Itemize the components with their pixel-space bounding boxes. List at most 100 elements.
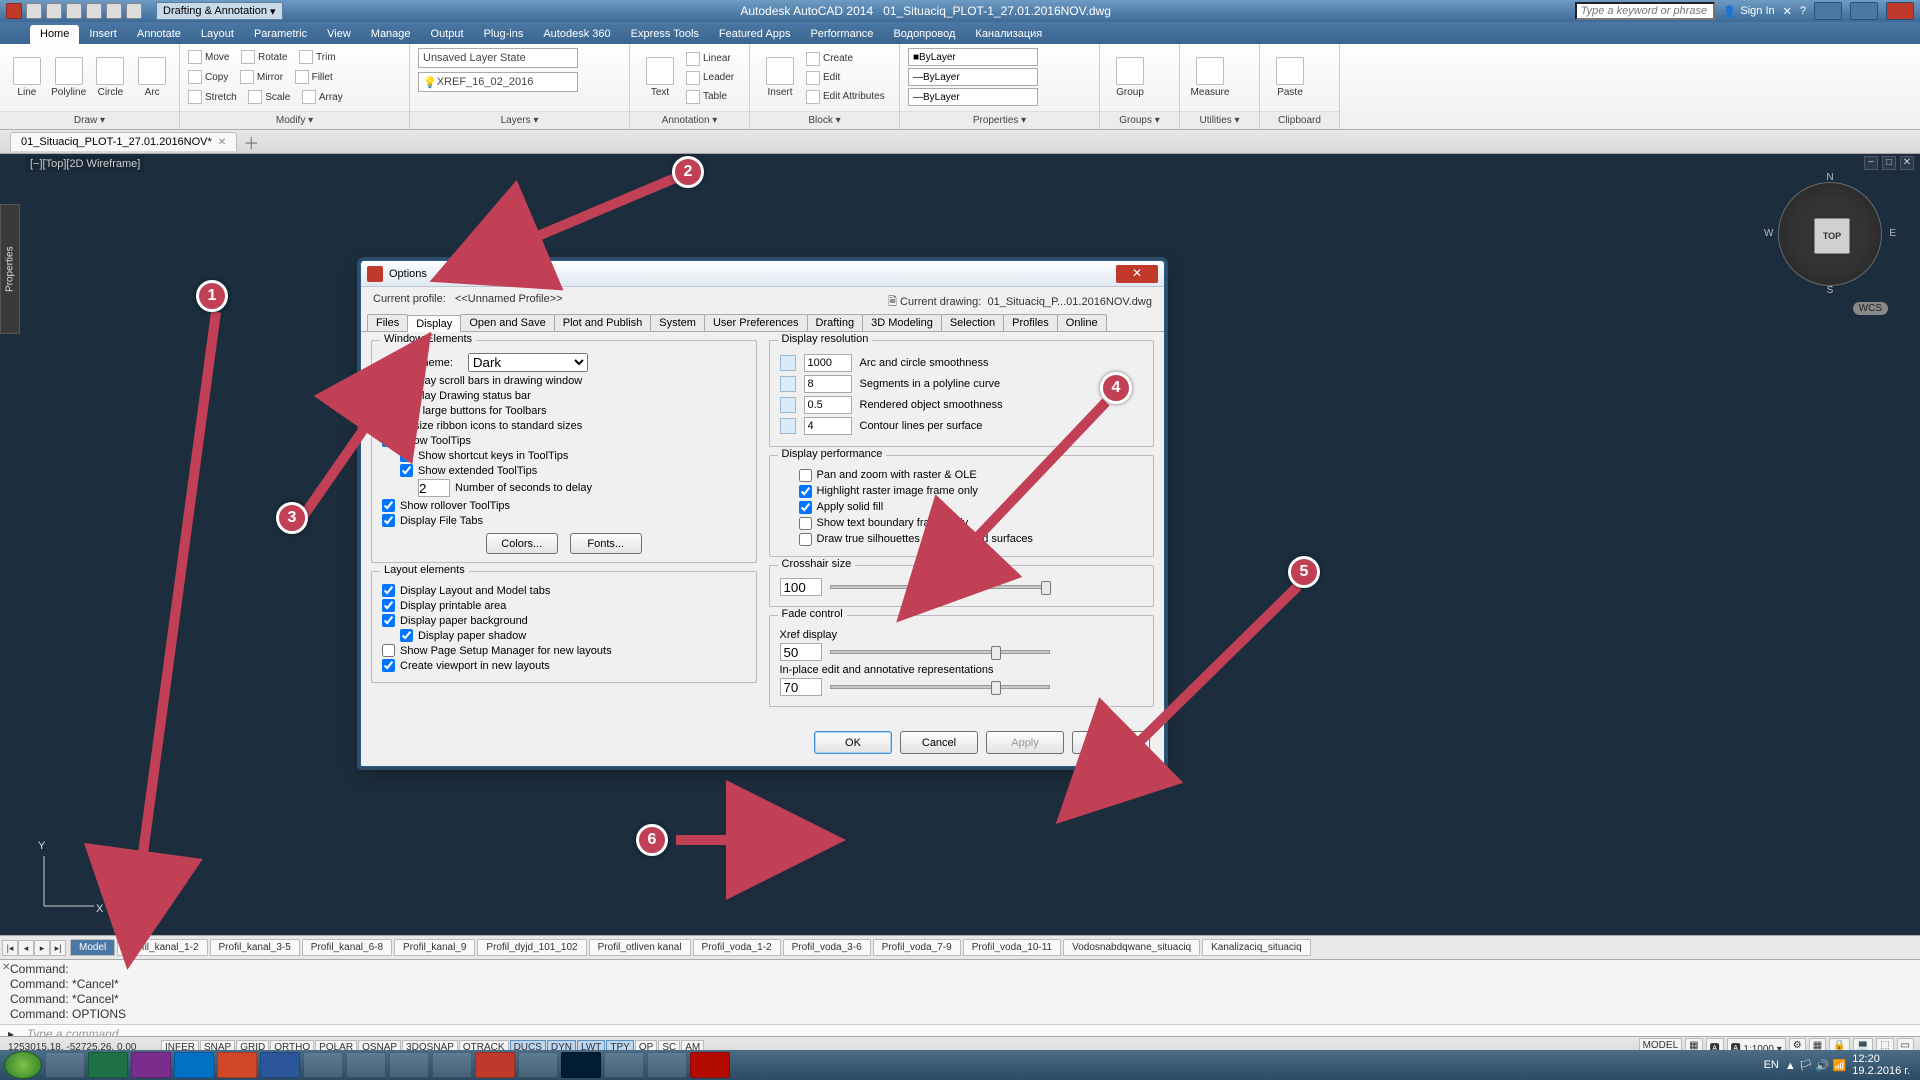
taskbar-paint[interactable]	[647, 1052, 687, 1078]
cb-create-viewport[interactable]	[382, 659, 395, 672]
ribbon-tab-parametric[interactable]: Parametric	[244, 25, 317, 44]
xref-display-input[interactable]	[780, 643, 822, 661]
panel-title-annotation[interactable]: Annotation ▾	[630, 111, 749, 129]
ribbon-tab-home[interactable]: Home	[30, 25, 79, 44]
cb-page-setup-mgr[interactable]	[382, 644, 395, 657]
cb-scrollbars[interactable]	[382, 374, 395, 387]
cb-file-tabs[interactable]	[382, 514, 395, 527]
contour-lines-input[interactable]	[804, 417, 852, 435]
layout-tab[interactable]: Profil_dyjd_101_102	[477, 939, 586, 956]
apply-button[interactable]: Apply	[986, 731, 1064, 754]
layout-tab[interactable]: Profil_voda_3-6	[783, 939, 871, 956]
block-editattr-button[interactable]: Edit Attributes	[806, 88, 885, 106]
cb-text-boundary[interactable]	[799, 517, 812, 530]
tab-plot-publish[interactable]: Plot and Publish	[554, 314, 652, 331]
taskbar-word[interactable]	[260, 1052, 300, 1078]
cb-printable-area[interactable]	[382, 599, 395, 612]
taskbar-earth[interactable]	[346, 1052, 386, 1078]
cmd-close-icon[interactable]: ✕	[2, 962, 10, 973]
app-menu-icon[interactable]	[6, 3, 22, 19]
arc-smoothness-input[interactable]	[804, 354, 852, 372]
taskbar-photoshop[interactable]	[561, 1052, 601, 1078]
taskbar-autocad[interactable]	[475, 1052, 515, 1078]
layout-tab[interactable]: Profil_voda_10-11	[963, 939, 1061, 956]
ribbon-tab-vodoprovod[interactable]: Водопровод	[883, 25, 965, 44]
cb-true-silhouettes[interactable]	[799, 533, 812, 546]
layout-tab[interactable]: Profil_voda_1-2	[693, 939, 781, 956]
ribbon-tab-plugins[interactable]: Plug-ins	[474, 25, 534, 44]
tab-system[interactable]: System	[650, 314, 705, 331]
ribbon-tab-view[interactable]: View	[317, 25, 361, 44]
polyline-segments-input[interactable]	[804, 375, 852, 393]
current-layer-combo[interactable]: 💡 XREF_16_02_2016	[418, 72, 578, 92]
tab-files[interactable]: Files	[367, 314, 408, 331]
window-minimize-button[interactable]	[1814, 2, 1842, 20]
layout-tab[interactable]: Profil_kanal_1-2	[117, 939, 207, 956]
text-button[interactable]: Text	[638, 57, 682, 98]
inplace-edit-slider[interactable]	[830, 685, 1050, 689]
cb-highlight-raster[interactable]	[799, 485, 812, 498]
help-icon[interactable]: ?	[1800, 5, 1806, 17]
taskbar-excel[interactable]	[88, 1052, 128, 1078]
cb-extended-tooltips[interactable]	[400, 464, 413, 477]
layout-tab[interactable]: Profil_kanal_9	[394, 939, 475, 956]
layout-tab[interactable]: Profil_kanal_3-5	[210, 939, 300, 956]
qat-new-icon[interactable]	[26, 3, 42, 19]
command-window[interactable]: ✕ Command: Command: *Cancel* Command: *C…	[0, 959, 1920, 1036]
panel-title-properties[interactable]: Properties ▾	[900, 111, 1099, 129]
taskbar-powerpoint[interactable]	[217, 1052, 257, 1078]
viewport-label[interactable]: [−][Top][2D Wireframe]	[26, 156, 144, 172]
fonts-button[interactable]: Fonts...	[570, 533, 642, 554]
color-scheme-select[interactable]: Dark	[468, 353, 588, 372]
cb-paper-bg[interactable]	[382, 614, 395, 627]
wcs-badge[interactable]: WCS	[1853, 302, 1888, 315]
start-button[interactable]	[4, 1051, 42, 1079]
cb-rollover-tooltips[interactable]	[382, 499, 395, 512]
layout-tab[interactable]: Kanalizaciq_situaciq	[1202, 939, 1311, 956]
window-restore-button[interactable]	[1850, 2, 1878, 20]
exchange-icon[interactable]: ✕	[1783, 5, 1792, 18]
insert-block-button[interactable]: Insert	[758, 57, 802, 98]
cb-tooltips[interactable]	[382, 434, 395, 447]
block-create-button[interactable]: Create	[806, 50, 885, 68]
file-tab[interactable]: 01_Situaciq_PLOT-1_27.01.2016NOV*✕	[10, 132, 237, 151]
tab-open-save[interactable]: Open and Save	[460, 314, 554, 331]
panel-title-modify[interactable]: Modify ▾	[180, 111, 409, 129]
ribbon-tab-a360[interactable]: Autodesk 360	[533, 25, 620, 44]
file-tab-close-icon[interactable]: ✕	[218, 137, 226, 148]
tooltip-delay-input[interactable]	[418, 479, 450, 497]
tab-drafting[interactable]: Drafting	[807, 314, 864, 331]
cb-shortcut-tooltips[interactable]	[400, 449, 413, 462]
tab-profiles[interactable]: Profiles	[1003, 314, 1058, 331]
ribbon-tab-layout[interactable]: Layout	[191, 25, 244, 44]
cb-largebuttons[interactable]	[382, 404, 395, 417]
help-search-input[interactable]	[1575, 2, 1715, 20]
crosshair-slider[interactable]	[830, 585, 1050, 589]
tray-icons[interactable]: ▲ 🏳 🔊 📶	[1785, 1059, 1846, 1072]
viewcube[interactable]: TOP N S W E	[1770, 174, 1890, 294]
ribbon-tab-express[interactable]: Express Tools	[621, 25, 709, 44]
taskbar-onenote[interactable]	[131, 1052, 171, 1078]
qat-plot-icon[interactable]	[86, 3, 102, 19]
linear-button[interactable]: Linear	[686, 50, 734, 68]
taskbar-outlook[interactable]	[174, 1052, 214, 1078]
taskbar-calc[interactable]	[604, 1052, 644, 1078]
qat-open-icon[interactable]	[46, 3, 62, 19]
cb-pan-zoom-raster[interactable]	[799, 469, 812, 482]
cb-layout-tabs[interactable]	[382, 584, 395, 597]
arc-button[interactable]: Arc	[133, 57, 171, 98]
taskbar-app2[interactable]	[432, 1052, 472, 1078]
cb-apply-solid-fill[interactable]	[799, 501, 812, 514]
tray-clock[interactable]: 12:2019.2.2016 г.	[1852, 1053, 1910, 1077]
layout-tab-model[interactable]: Model	[70, 939, 115, 956]
help-button[interactable]: Help	[1072, 731, 1150, 754]
cancel-button[interactable]: Cancel	[900, 731, 978, 754]
signin-link[interactable]: 👤 Sign In	[1723, 5, 1775, 18]
tab-user-prefs[interactable]: User Preferences	[704, 314, 808, 331]
paste-button[interactable]: Paste	[1268, 57, 1312, 98]
panel-title-utilities[interactable]: Utilities ▾	[1180, 111, 1259, 129]
viewport-minimize-button[interactable]: −	[1864, 156, 1878, 170]
layout-nav-next[interactable]: ▸	[34, 940, 50, 956]
measure-button[interactable]: Measure	[1188, 57, 1232, 98]
crosshair-size-input[interactable]	[780, 578, 822, 596]
